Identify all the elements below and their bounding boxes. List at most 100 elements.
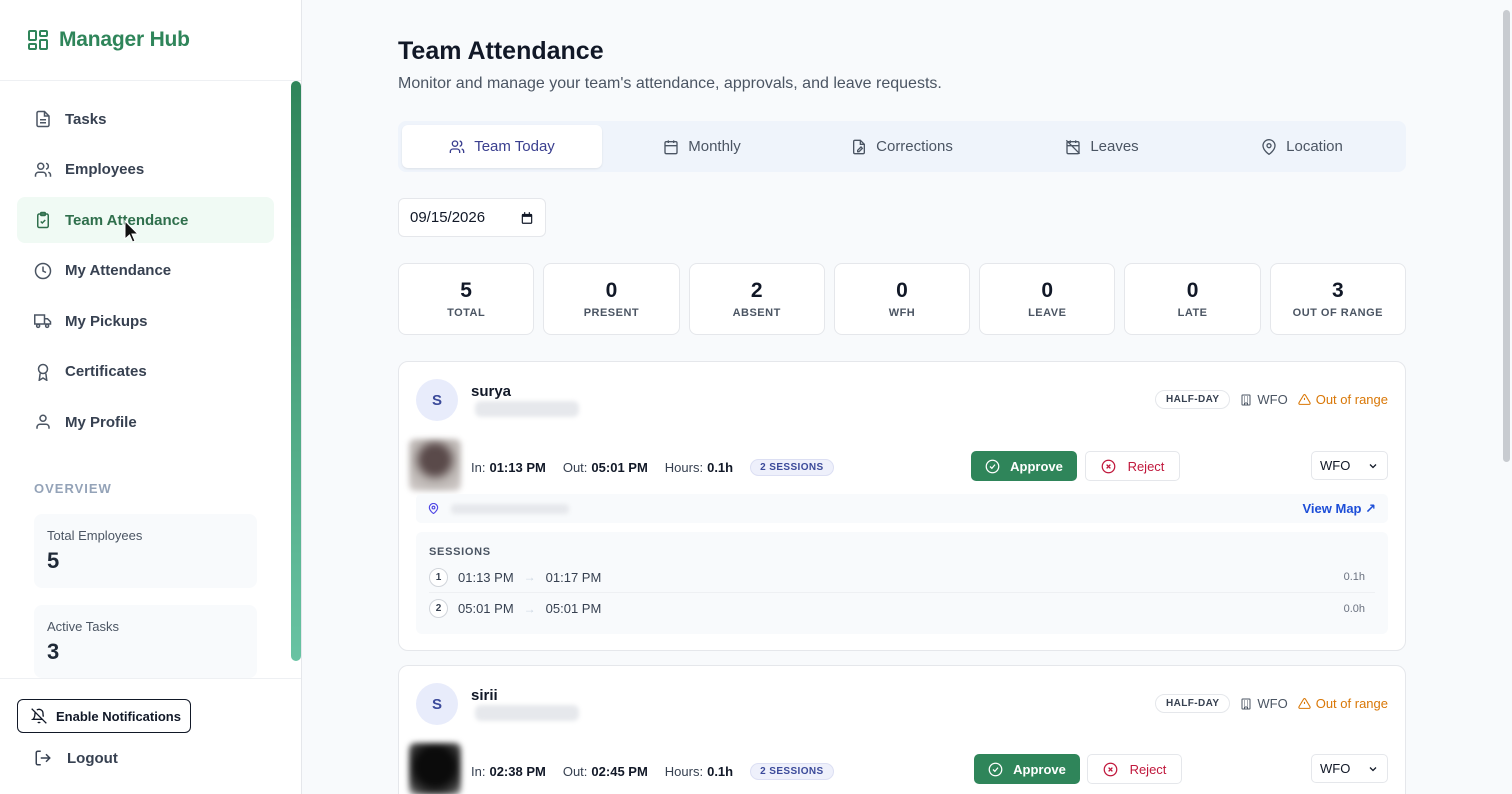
approve-button[interactable]: Approve xyxy=(971,451,1077,481)
work-mode-select-value: WFO xyxy=(1320,761,1351,776)
sidebar-item-certificates[interactable]: Certificates xyxy=(17,349,274,395)
clock-icon xyxy=(34,262,52,279)
grid-icon xyxy=(28,30,48,50)
reject-button[interactable]: Reject xyxy=(1087,754,1182,784)
sidebar-scrollbar-thumb[interactable] xyxy=(291,81,301,661)
approve-button[interactable]: Approve xyxy=(974,754,1080,784)
summary-value: 3 xyxy=(1331,279,1344,302)
x-circle-icon xyxy=(1101,459,1115,473)
mouse-cursor-icon xyxy=(124,220,140,243)
tab-label: Monthly xyxy=(688,138,741,155)
chevron-down-icon xyxy=(1369,766,1377,771)
overview-label: OVERVIEW xyxy=(34,481,112,496)
session-start: 01:13 PM xyxy=(458,569,514,585)
sidebar-scrollbar[interactable] xyxy=(291,81,301,661)
sidebar-item-label: Tasks xyxy=(65,110,107,128)
enable-notifications-button[interactable]: Enable Notifications xyxy=(17,699,191,733)
session-start: 05:01 PM xyxy=(458,601,514,616)
building-icon xyxy=(1241,394,1251,405)
summary-absent: 2 ABSENT xyxy=(688,263,825,335)
clipboard-check-icon xyxy=(37,211,49,229)
in-label: In: xyxy=(471,460,486,475)
time-summary: In: 02:38 PM Out: 02:45 PM Hours: 0.1h 2 SE… xyxy=(471,763,834,780)
enable-notifications-label: Enable Notifications xyxy=(56,708,181,724)
sidebar-item-team-attendance[interactable]: Team Attendance xyxy=(17,197,274,243)
sessions-count-badge: 2 SESSIONS xyxy=(750,459,834,476)
summary-leave: 0 LEAVE xyxy=(979,263,1116,335)
range-warning: Out of range xyxy=(1298,392,1388,407)
date-picker-input[interactable]: 09/15/2026 xyxy=(398,198,546,237)
work-mode: WFO xyxy=(1240,696,1288,711)
in-time: 01:13 PM xyxy=(489,460,546,475)
tab-team-today[interactable]: Team Today xyxy=(402,125,602,168)
main-content: Team Attendance Monitor and manage your … xyxy=(302,0,1500,794)
work-mode-select[interactable]: WFO xyxy=(1311,754,1388,783)
work-mode-label: WFO xyxy=(1257,696,1288,711)
session-row: 2 05:01 PM → 05:01 PM 0.0h xyxy=(429,593,1375,624)
range-warning-label: Out of range xyxy=(1315,392,1388,407)
status-row: HALF-DAY WFO Out of range xyxy=(1155,390,1388,409)
work-mode-select-value: WFO xyxy=(1320,458,1351,473)
calendar-icon[interactable] xyxy=(520,211,534,225)
tab-label: Team Today xyxy=(474,138,555,155)
arrow-right-icon: → xyxy=(523,601,536,616)
summary-value: 0 xyxy=(605,279,618,302)
summary-caption: ABSENT xyxy=(732,307,781,319)
out-label: Out: xyxy=(562,460,588,475)
sidebar-item-tasks[interactable]: Tasks xyxy=(17,96,274,142)
tab-location[interactable]: Location xyxy=(1202,125,1402,168)
sessions-label: SESSIONS xyxy=(429,546,491,558)
sidebar-item-label: Certificates xyxy=(65,363,147,380)
x-circle-icon xyxy=(1103,762,1117,776)
status-row: HALF-DAY WFO Out of range xyxy=(1155,694,1388,713)
tab-monthly[interactable]: Monthly xyxy=(602,125,802,168)
sidebar-nav: Tasks Employees Team Attendance My Atten… xyxy=(17,96,274,450)
date-value: 09/15/2026 xyxy=(410,209,486,226)
file-edit-icon xyxy=(853,139,866,154)
summary-value: 0 xyxy=(896,279,908,302)
sidebar-item-my-profile[interactable]: My Profile xyxy=(17,399,274,445)
page-scrollbar-thumb[interactable] xyxy=(1503,10,1510,462)
sidebar-item-my-pickups[interactable]: My Pickups xyxy=(17,298,274,344)
view-map-link[interactable]: View Map ↗ xyxy=(1302,501,1376,517)
map-pin-icon xyxy=(1262,138,1276,155)
work-mode-select[interactable]: WFO xyxy=(1311,451,1388,480)
sessions-count-badge: 2 SESSIONS xyxy=(750,763,834,780)
sidebar-footer: Enable Notifications Logout xyxy=(0,678,301,794)
building-icon xyxy=(1241,698,1251,709)
check-circle-icon xyxy=(988,762,1003,776)
summary-caption: OUT OF RANGE xyxy=(1292,307,1383,319)
active-tasks-label: Active Tasks xyxy=(47,619,120,634)
bell-off-icon xyxy=(31,708,47,724)
approve-label: Approve xyxy=(1013,761,1066,777)
page-scrollbar[interactable] xyxy=(1500,0,1512,794)
sessions-panel: SESSIONS 1 01:13 PM → 01:17 PM 0.1h 2 05… xyxy=(416,532,1388,634)
map-pin-icon xyxy=(428,503,439,514)
truck-icon xyxy=(34,314,52,329)
tab-label: Leaves xyxy=(1090,138,1139,155)
sidebar-item-label: My Profile xyxy=(65,413,137,431)
summary-present: 0 PRESENT xyxy=(543,263,680,335)
brand-title: Manager Hub xyxy=(59,28,190,51)
brand[interactable]: Manager Hub xyxy=(0,0,301,81)
tab-corrections[interactable]: Corrections xyxy=(802,125,1002,168)
status-badge: HALF-DAY xyxy=(1155,694,1231,713)
employee-photo xyxy=(409,743,461,794)
sidebar-item-employees[interactable]: Employees xyxy=(17,147,274,193)
logout-button[interactable]: Logout xyxy=(34,749,118,767)
sidebar-item-my-attendance[interactable]: My Attendance xyxy=(17,248,274,294)
tab-leaves[interactable]: Leaves xyxy=(1002,125,1202,168)
attendance-tabs: Team Today Monthly Corrections Leaves Lo… xyxy=(398,121,1406,172)
reject-button[interactable]: Reject xyxy=(1085,451,1180,481)
out-time: 02:45 PM xyxy=(591,764,648,779)
arrow-right-icon: → xyxy=(523,570,536,584)
page-title: Team Attendance xyxy=(398,37,604,65)
range-warning-label: Out of range xyxy=(1315,696,1388,711)
time-summary: In: 01:13 PM Out: 05:01 PM Hours: 0.1h 2 SE… xyxy=(471,459,834,476)
employee-name: sirii xyxy=(471,687,498,704)
award-icon xyxy=(37,363,49,381)
work-mode-label: WFO xyxy=(1257,392,1288,407)
employee-detail-redacted xyxy=(475,401,579,417)
range-warning: Out of range xyxy=(1298,696,1388,711)
summary-caption: TOTAL xyxy=(447,307,486,319)
